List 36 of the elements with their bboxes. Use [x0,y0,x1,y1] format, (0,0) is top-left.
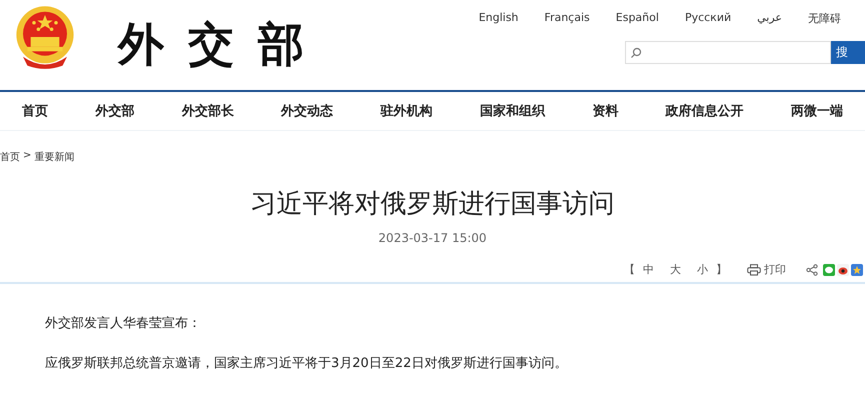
font-size-link[interactable]: 小 [697,262,708,277]
print-icon[interactable] [747,264,761,276]
nav-item[interactable]: 外交动态 [281,102,334,120]
language-link[interactable]: Français [544,10,590,26]
article-paragraph: 应俄罗斯联邦总统普京邀请，国家主席习近平将于3月20日至22日对俄罗斯进行国事访问。 [45,354,568,372]
breadcrumb-separator: > [23,150,32,163]
article-title: 习近平将对俄罗斯进行国事访问 [250,188,616,221]
language-link[interactable]: English [478,10,518,26]
nav-item[interactable]: 首页 [22,102,48,120]
search-field[interactable] [625,41,831,64]
bracket: 【 [624,262,635,277]
print-link[interactable]: 打印 [764,262,786,277]
language-link[interactable]: Русский [684,10,732,26]
article-date: 2023-03-17 15:00 [377,231,488,245]
search-button[interactable]: 搜 [831,41,865,64]
share-icon[interactable] [806,264,818,276]
eye-logo-icon[interactable] [837,264,849,276]
search-icon [630,46,642,58]
bracket: 】 [716,262,727,277]
language-link[interactable]: Español [616,10,659,26]
nav-item[interactable]: 国家和组织 [480,102,545,120]
font-size-link[interactable]: 中 [643,262,654,277]
logo-text[interactable]: 外交部 [118,14,328,76]
font-size-link[interactable]: 大 [670,262,681,277]
article-paragraph: 外交部发言人华春莹宣布： [45,315,202,332]
language-link[interactable]: 无障碍 [808,10,841,26]
nav-item[interactable]: 两微一端 [791,102,843,120]
nav-item[interactable]: 资料 [592,102,618,120]
breadcrumb-link[interactable]: 重要新闻 [34,150,74,164]
nav-item[interactable]: 政府信息公开 [666,102,744,120]
nav-item[interactable]: 外交部长 [182,102,234,120]
nav-item[interactable]: 外交部 [95,102,134,120]
breadcrumb-link[interactable]: 首页 [0,150,20,164]
nav-item[interactable]: 驻外机构 [380,102,432,120]
star-logo-icon[interactable] [851,264,863,276]
language-link[interactable]: عربي [757,10,782,26]
